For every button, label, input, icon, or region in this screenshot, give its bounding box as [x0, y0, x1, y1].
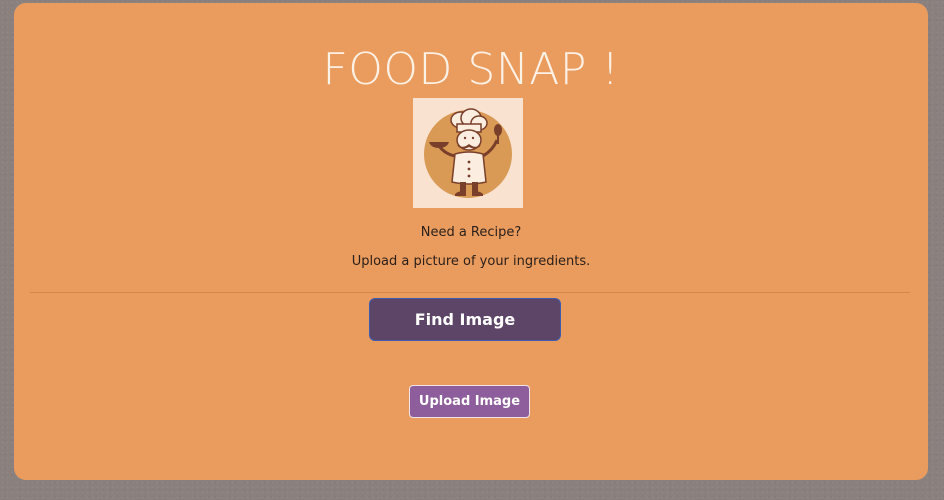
chef-logo [413, 98, 523, 208]
chef-icon [424, 108, 512, 198]
upload-image-button[interactable]: Upload Image [409, 385, 530, 418]
main-card: FOOD SNAP ! Need a Recipe? Upload a pict… [14, 3, 928, 480]
page-title: FOOD SNAP ! [322, 44, 620, 95]
need-recipe-text: Need a Recipe? [420, 225, 522, 240]
divider [30, 292, 910, 293]
upload-instruction-text: Upload a picture of your ingredients. [351, 254, 591, 269]
find-image-button[interactable]: Find Image [369, 298, 561, 341]
